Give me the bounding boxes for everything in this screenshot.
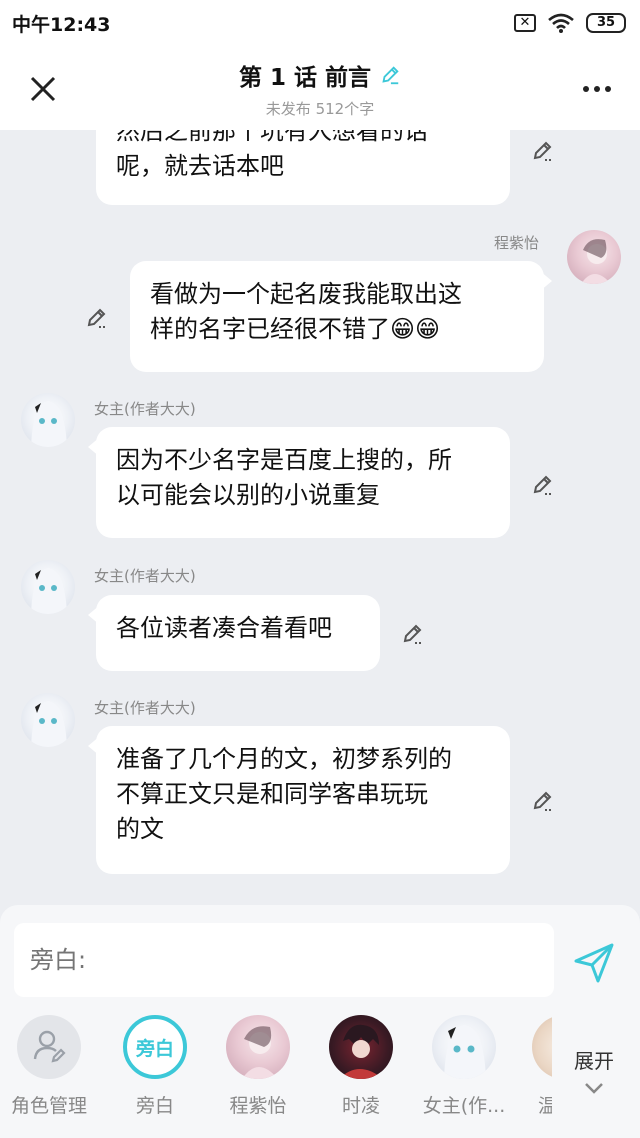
edit-message-icon[interactable] [531, 788, 555, 812]
message-bubble[interactable]: 看做为一个起名废我能取出这 样的名字已经很不错了😁😁 [130, 261, 552, 372]
avatar-heroine [432, 1015, 496, 1079]
avatar-image [581, 239, 611, 284]
avatar-chengziyi[interactable] [567, 230, 621, 284]
message-input[interactable] [14, 923, 554, 997]
composer: 角色管理 旁白 旁白 程紫怡 [0, 905, 640, 1138]
chapter-subtitle: 未发布 512个字 [265, 100, 375, 118]
user-edit-icon [33, 1030, 66, 1063]
edit-title-icon[interactable] [379, 64, 401, 86]
role-narration[interactable]: 旁白 旁白 [110, 1015, 200, 1118]
title-area: 第 1 话 前言 未发布 512个字 [0, 58, 640, 119]
chapter-title-row[interactable]: 第 1 话 前言 [239, 58, 401, 92]
chevron-down-icon [585, 1083, 603, 1094]
send-icon[interactable] [572, 941, 616, 985]
avatar-image [31, 401, 67, 447]
role-shiling[interactable]: 时凌 [316, 1015, 406, 1118]
sender-name: 女主(作者大大) [94, 567, 196, 585]
header: 第 1 话 前言 未发布 512个字 [0, 46, 640, 130]
more-icon[interactable] [582, 84, 612, 94]
status-time: 中午12:43 [12, 13, 111, 36]
avatar-image [242, 1026, 278, 1079]
message-bubble[interactable]: 然后之前那个坑有人想看的话 呢，就去话本吧 [96, 130, 510, 205]
role-label: 女主(作... [422, 1095, 506, 1117]
no-sim-icon: ✕ [514, 14, 536, 32]
avatar-shiling [329, 1015, 393, 1079]
role-wen[interactable]: 温 [512, 1015, 552, 1118]
status-bar: 中午12:43 ✕ 35 [0, 0, 640, 46]
status-icons: ✕ 35 [514, 13, 626, 33]
expand-button[interactable]: 展开 [574, 1045, 614, 1100]
battery-icon: 35 [586, 13, 626, 33]
message-bubble[interactable]: 因为不少名字是百度上搜的，所 以可能会以别的小说重复 [88, 427, 510, 538]
avatar-image [31, 568, 67, 614]
sender-name: 女主(作者大大) [94, 699, 196, 717]
wifi-icon [548, 13, 574, 33]
expand-label: 展开 [574, 1049, 614, 1073]
avatar-wen [532, 1015, 552, 1079]
avatar-heroine[interactable] [21, 393, 75, 447]
sender-name: 程紫怡 [494, 234, 540, 252]
role-label: 温 [538, 1095, 552, 1117]
role-heroine[interactable]: 女主(作... [419, 1015, 509, 1118]
role-chengziyi[interactable]: 程紫怡 [213, 1015, 303, 1118]
edit-message-icon[interactable] [85, 305, 109, 329]
role-label: 旁白 [135, 1095, 174, 1117]
avatar-chengziyi [226, 1015, 290, 1079]
role-selector: 角色管理 旁白 旁白 程紫怡 时凌 女主(作... 温 展开 [0, 1015, 640, 1135]
message-bubble[interactable]: 各位读者凑合着看吧 [88, 595, 380, 671]
edit-message-icon[interactable] [401, 621, 425, 645]
chat-area[interactable]: 然后之前那个坑有人想看的话 呢，就去话本吧 程紫怡 看做为一个起名废我能取出这 … [0, 130, 640, 905]
role-label: 时凌 [341, 1095, 380, 1117]
role-manage[interactable]: 角色管理 [4, 1015, 94, 1118]
avatar-image [31, 701, 67, 747]
message-bubble[interactable]: 准备了几个月的文，初梦系列的 不算正文只是和同学客串玩玩 的文 [88, 726, 510, 874]
role-narration-text: 旁白 [135, 1037, 174, 1060]
avatar-heroine[interactable] [21, 560, 75, 614]
edit-message-icon[interactable] [531, 138, 555, 162]
chapter-title: 第 1 话 前言 [238, 65, 372, 91]
sender-name: 女主(作者大大) [94, 400, 196, 418]
role-narration-circle: 旁白 [123, 1015, 187, 1079]
role-label: 角色管理 [10, 1095, 87, 1117]
avatar-image [339, 1024, 383, 1079]
avatar-image [444, 1025, 486, 1079]
role-manage-circle [17, 1015, 81, 1079]
role-label: 程紫怡 [229, 1095, 287, 1117]
edit-message-icon[interactable] [531, 472, 555, 496]
avatar-heroine[interactable] [21, 693, 75, 747]
